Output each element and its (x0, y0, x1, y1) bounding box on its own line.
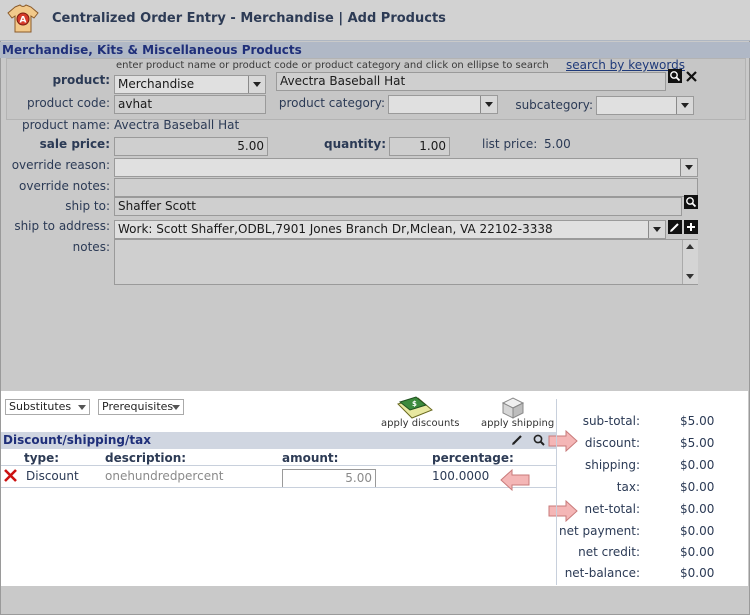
product-type-select[interactable]: Merchandise (114, 75, 266, 94)
product-name-label: product name: (21, 118, 110, 132)
magnifier-icon[interactable] (668, 69, 682, 83)
net-balance-label: net-balance: (564, 566, 640, 580)
notes-textarea[interactable] (114, 239, 698, 285)
net-payment-label: net payment: (558, 524, 640, 538)
notes-label: notes: (72, 240, 110, 254)
chevron-down-icon (680, 159, 697, 176)
row-divider (1, 487, 556, 488)
row-type: Discount (26, 469, 79, 483)
plus-icon[interactable] (684, 220, 698, 234)
magnifier-icon[interactable] (532, 433, 546, 447)
net-total-value: $0.00 (680, 502, 715, 516)
svg-text:A: A (20, 16, 27, 26)
ship-to-label: ship to: (65, 199, 110, 213)
discount-label: discount: (584, 436, 640, 450)
net-balance-value: $0.00 (680, 566, 715, 580)
net-credit-label: net credit: (578, 545, 640, 559)
product-label: product: (52, 73, 110, 87)
product-code-label: product code: (27, 96, 110, 110)
header-divider (1, 465, 556, 466)
discount-value: $5.00 (680, 436, 715, 450)
window-title: Centralized Order Entry - Merchandise | … (52, 11, 446, 26)
sub-total-label: sub-total: (582, 414, 640, 428)
section-header: Merchandise, Kits & Miscellaneous Produc… (0, 42, 750, 58)
list-price-value: 5.00 (544, 137, 571, 151)
ship-to-input[interactable]: Shaffer Scott (114, 197, 682, 216)
prerequisites-dropdown[interactable]: Prerequisites (98, 399, 184, 415)
prerequisites-value: Prerequisites (102, 400, 174, 413)
quantity-label: quantity: (324, 137, 386, 151)
column-header-description: description: (105, 451, 187, 465)
override-reason-label: override reason: (11, 158, 110, 172)
net-payment-value: $0.00 (680, 524, 715, 538)
chevron-down-icon (676, 97, 693, 114)
product-code-input[interactable]: avhat (114, 95, 266, 114)
sub-total-value: $5.00 (680, 414, 715, 428)
apply-shipping-icon[interactable] (500, 396, 526, 420)
product-name-value: Avectra Baseball Hat (114, 118, 240, 132)
close-icon[interactable] (685, 70, 699, 84)
apply-shipping-label[interactable]: apply shipping (481, 418, 554, 429)
shipping-value: $0.00 (680, 458, 715, 472)
callout-arrow-icon (500, 469, 530, 491)
magnifier-icon[interactable] (684, 195, 698, 209)
sale-price-input[interactable]: 5.00 (114, 137, 268, 156)
app-shirt-icon: A (7, 4, 39, 33)
shipping-label: shipping: (584, 458, 640, 472)
svg-text:$: $ (412, 400, 417, 408)
ship-to-address-select[interactable]: Work: Scott Shaffer,ODBL,7901 Jones Bran… (114, 220, 666, 239)
notes-scrollbar[interactable] (682, 240, 698, 284)
product-type-value: Merchandise (118, 77, 195, 91)
ship-to-address-value: Work: Scott Shaffer,ODBL,7901 Jones Bran… (118, 222, 553, 236)
pencil-icon[interactable] (668, 220, 682, 234)
row-description: onehundredpercent (105, 469, 224, 483)
override-notes-input[interactable] (114, 178, 698, 197)
substitutes-dropdown[interactable]: Substitutes (5, 399, 90, 415)
discount-section-header: Discount/shipping/tax (1, 432, 556, 449)
tax-label: tax: (616, 480, 640, 494)
chevron-down-icon (480, 96, 497, 113)
subcategory-select[interactable] (596, 96, 694, 115)
product-category-select[interactable] (388, 95, 498, 114)
sale-price-label: sale price: (39, 137, 110, 151)
net-total-label: net-total: (584, 502, 640, 516)
chevron-down-icon (172, 405, 180, 410)
chevron-down-icon (78, 405, 86, 410)
net-credit-value: $0.00 (680, 545, 715, 559)
column-header-amount: amount: (282, 451, 339, 465)
ship-to-address-label: ship to address: (14, 219, 110, 233)
column-header-percentage: percentage: (432, 451, 514, 465)
title-bar: A Centralized Order Entry - Merchandise … (0, 0, 750, 41)
tax-value: $0.00 (680, 480, 715, 494)
search-hint: enter product name or product code or pr… (116, 60, 549, 71)
pencil-icon[interactable] (510, 433, 524, 447)
subcategory-label: subcategory: (515, 98, 593, 112)
scroll-up-icon[interactable] (686, 244, 694, 249)
override-notes-label: override notes: (19, 179, 110, 193)
scroll-down-icon[interactable] (686, 274, 694, 279)
chevron-down-icon (648, 221, 665, 238)
row-percentage: 100.0000 (432, 469, 490, 483)
list-price-label: list price: (482, 137, 538, 151)
apply-discounts-icon[interactable]: $ (396, 396, 434, 420)
delete-x-icon[interactable] (3, 468, 18, 483)
column-header-type: type: (24, 451, 60, 465)
quantity-input[interactable]: 1.00 (389, 137, 450, 156)
apply-discounts-label[interactable]: apply discounts (381, 418, 459, 429)
product-name-input[interactable]: Avectra Baseball Hat (276, 72, 666, 91)
override-reason-select[interactable] (114, 158, 698, 177)
product-category-label: product category: (278, 96, 385, 110)
chevron-down-icon (248, 76, 265, 93)
row-amount-input[interactable]: 5.00 (282, 469, 376, 488)
substitutes-value: Substitutes (9, 400, 72, 413)
